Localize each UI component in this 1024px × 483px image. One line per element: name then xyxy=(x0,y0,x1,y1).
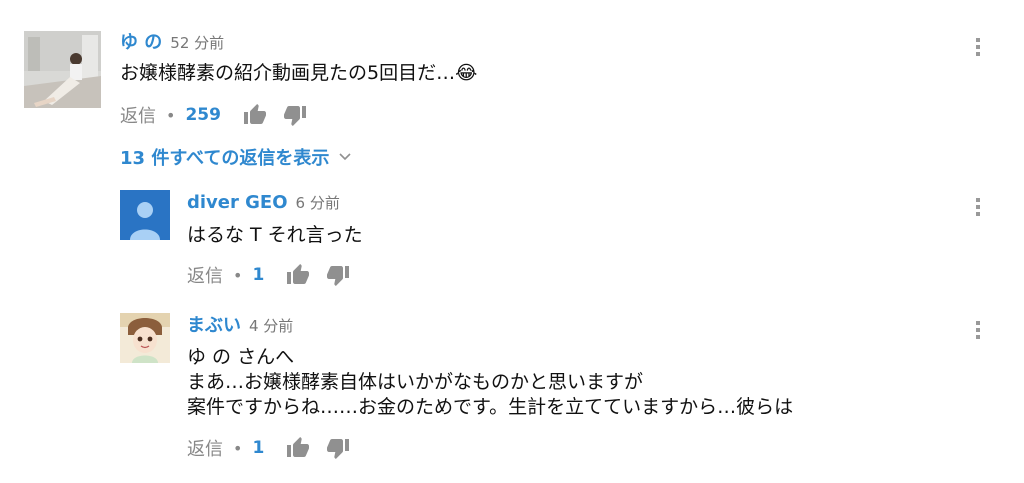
avatar[interactable] xyxy=(24,31,101,108)
thumb-up-icon[interactable] xyxy=(286,436,310,460)
comment-text: ゆ の さんへ まあ…お嬢様酵素自体はいかがなものかと思いますが 案件ですからね… xyxy=(187,345,793,420)
thumb-up-icon[interactable] xyxy=(286,263,310,287)
chevron-down-icon xyxy=(339,153,351,161)
thumb-down-icon[interactable] xyxy=(283,103,307,127)
reply-comment: diver GEO 6 分前 はるな T それ言った 返信 • 1 xyxy=(0,180,1024,300)
comment-time[interactable]: 4 分前 xyxy=(249,317,293,335)
separator-dot: • xyxy=(166,105,176,125)
thumb-down-icon[interactable] xyxy=(326,263,350,287)
more-vert-icon[interactable] xyxy=(974,198,982,220)
reply-button[interactable]: 返信 xyxy=(187,435,223,461)
thumb-up-icon[interactable] xyxy=(243,103,267,127)
reply-button[interactable]: 返信 xyxy=(187,262,223,288)
more-vert-icon[interactable] xyxy=(974,38,982,60)
view-replies-label: 13 件すべての返信を表示 xyxy=(120,148,330,169)
comment-text: はるな T それ言った xyxy=(187,223,363,248)
like-count: 1 xyxy=(252,438,265,458)
thumb-down-icon[interactable] xyxy=(326,436,350,460)
reply-button[interactable]: 返信 xyxy=(120,102,156,128)
comment-line: ゆ の さんへ xyxy=(187,346,295,368)
comment-line: まあ…お嬢様酵素自体はいかがなものかと思いますが xyxy=(187,371,644,393)
reply-comment: まぶい 4 分前 ゆ の さんへ まあ…お嬢様酵素自体はいかがなものかと思いますが… xyxy=(0,303,1024,478)
comment-author[interactable]: まぶい xyxy=(187,315,241,336)
comment-time[interactable]: 52 分前 xyxy=(170,34,224,52)
comment-line: 案件ですからね……お金のためです。生計を立てていますから…彼らは xyxy=(187,396,794,418)
comment-author[interactable]: ゆ の xyxy=(120,32,162,53)
comment-line: はるな T それ言った xyxy=(187,224,363,246)
view-replies-button[interactable]: 13 件すべての返信を表示 xyxy=(120,144,351,170)
comment-text: お嬢様酵素の紹介動画見たの5回目だ…😂 xyxy=(120,62,478,84)
comment-author[interactable]: diver GEO xyxy=(187,192,288,213)
more-vert-icon[interactable] xyxy=(974,321,982,343)
like-count: 259 xyxy=(185,105,221,125)
comment-time[interactable]: 6 分前 xyxy=(296,194,340,212)
avatar[interactable] xyxy=(120,313,170,363)
like-count: 1 xyxy=(252,265,265,285)
comment-thread: ゆ の 52 分前 お嬢様酵素の紹介動画見たの5回目だ…😂 返信 • 259 xyxy=(0,0,1024,140)
separator-dot: • xyxy=(233,438,243,458)
separator-dot: • xyxy=(233,265,243,285)
avatar[interactable] xyxy=(120,190,170,240)
